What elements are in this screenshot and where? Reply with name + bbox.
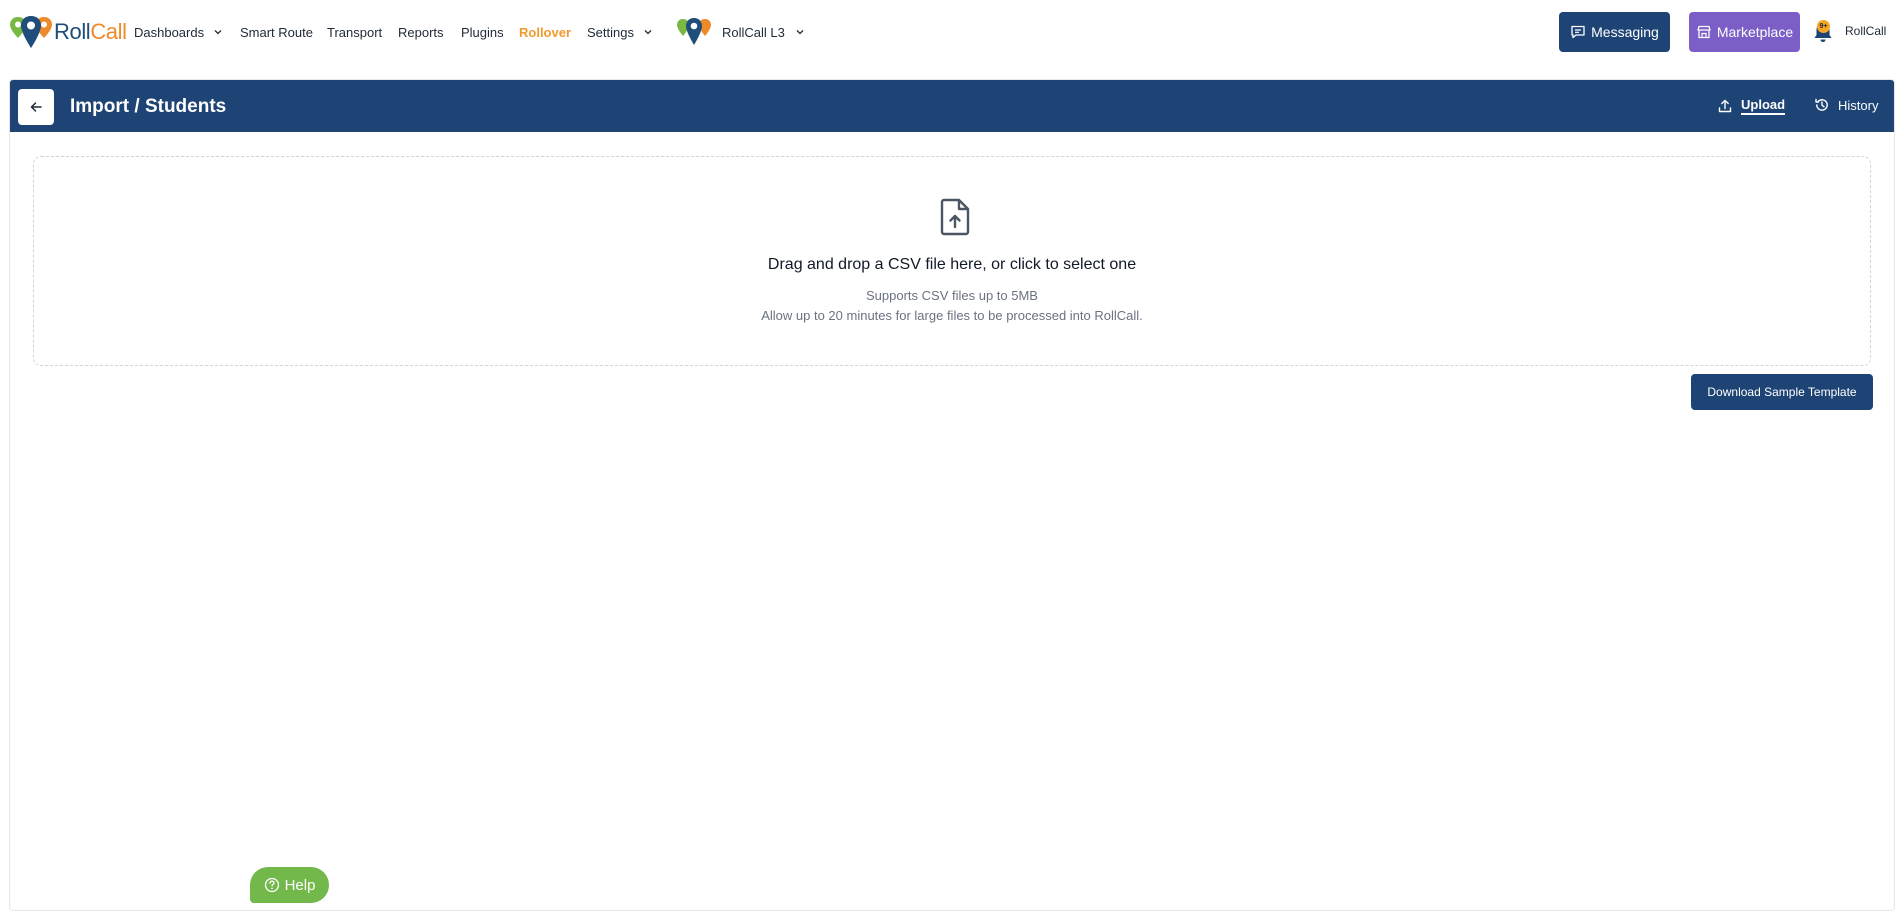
file-upload-icon bbox=[940, 198, 970, 236]
card-header: Import / Students Upload History bbox=[10, 80, 1894, 132]
nav-item-reports[interactable]: Reports bbox=[398, 25, 444, 40]
dropzone-note: Allow up to 20 minutes for large files t… bbox=[761, 308, 1143, 323]
help-circle-icon bbox=[264, 877, 279, 893]
nav-item-smart-route[interactable]: Smart Route bbox=[240, 25, 313, 40]
dropzone-subtitle: Supports CSV files up to 5MB bbox=[866, 288, 1038, 303]
help-button[interactable]: Help bbox=[250, 867, 329, 903]
nav-item-label: Reports bbox=[398, 24, 444, 40]
logo-pins-icon bbox=[10, 16, 52, 48]
notification-badge: 9+ bbox=[1817, 20, 1830, 33]
nav-item-label: Plugins bbox=[461, 24, 504, 40]
help-label: Help bbox=[284, 876, 316, 894]
nav-item-transport[interactable]: Transport bbox=[327, 25, 382, 40]
page-title: Import / Students bbox=[70, 96, 227, 117]
logo-wordmark: RollCall bbox=[54, 21, 127, 43]
nav-item-rollover[interactable]: Rollover bbox=[519, 25, 571, 40]
chevron-down-icon bbox=[644, 30, 652, 35]
org-logo-icon bbox=[677, 18, 711, 45]
nav-item-settings[interactable]: Settings bbox=[587, 25, 653, 40]
history-icon bbox=[1815, 98, 1828, 111]
download-sample-template-button[interactable]: Download Sample Template bbox=[1691, 374, 1873, 410]
chevron-down-icon bbox=[214, 30, 222, 35]
nav-item-label: Dashboards bbox=[134, 24, 205, 40]
tab-history-label: History bbox=[1838, 97, 1879, 113]
rollcall-logo[interactable]: RollCall bbox=[9, 14, 127, 50]
nav-item-label: Settings bbox=[587, 24, 634, 40]
nav-item-label: Rollover bbox=[519, 24, 572, 40]
upload-icon bbox=[1718, 99, 1732, 113]
tab-upload[interactable]: Upload bbox=[1717, 97, 1786, 115]
nav-item-label: Transport bbox=[327, 24, 383, 40]
org-switcher[interactable]: RollCall L3 bbox=[676, 14, 805, 50]
tab-history[interactable]: History bbox=[1814, 97, 1878, 113]
nav-item-plugins[interactable]: Plugins bbox=[461, 25, 504, 40]
store-icon bbox=[1697, 25, 1711, 39]
top-navbar: RollCall Dashboards Smart Route Transpor… bbox=[0, 0, 1904, 64]
user-menu[interactable]: RollCall bbox=[1845, 24, 1886, 38]
import-card: Import / Students Upload History Drag an… bbox=[9, 79, 1895, 911]
arrow-left-icon bbox=[30, 102, 42, 112]
chat-icon bbox=[1571, 25, 1585, 39]
back-button[interactable] bbox=[18, 89, 54, 125]
org-name: RollCall L3 bbox=[722, 24, 785, 40]
logo-word-roll: Roll bbox=[54, 19, 91, 44]
tab-upload-label: Upload bbox=[1741, 97, 1786, 115]
csv-dropzone[interactable]: Drag and drop a CSV file here, or click … bbox=[33, 156, 1871, 366]
nav-item-dashboards[interactable]: Dashboards bbox=[134, 25, 223, 40]
logo-word-call: Call bbox=[90, 19, 127, 44]
nav-item-label: Smart Route bbox=[240, 24, 313, 40]
dropzone-title: Drag and drop a CSV file here, or click … bbox=[767, 256, 1137, 273]
marketplace-label: Marketplace bbox=[1716, 24, 1794, 40]
messaging-button[interactable]: Messaging bbox=[1559, 12, 1670, 52]
marketplace-button[interactable]: Marketplace bbox=[1689, 12, 1800, 52]
messaging-label: Messaging bbox=[1591, 24, 1659, 40]
chevron-down-icon bbox=[796, 30, 804, 35]
